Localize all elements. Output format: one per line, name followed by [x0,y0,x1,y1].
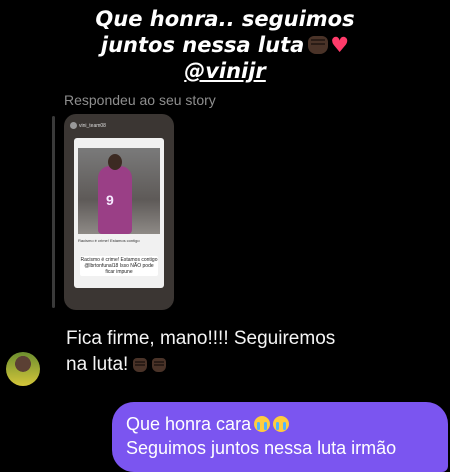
caption-line-1: Que honra.. seguimos [95,7,355,31]
fist-icon [133,358,148,372]
fist-icon [152,358,167,372]
sender-avatar[interactable] [6,352,40,386]
story-header: vini_team08 [70,122,106,129]
received-message-line-2: na luta! [66,354,129,375]
story-photo: 9 [78,148,160,234]
caption-handle[interactable]: @vinijr [0,58,450,84]
crying-face-icon [254,416,271,432]
story-thumbnail[interactable]: vini_team08 9 Racismo é crime! Estamos c… [64,114,174,310]
crying-face-icon [273,416,290,432]
story-avatar [70,122,77,129]
jersey-number: 9 [106,192,114,208]
received-message-line-1: Fica firme, mano!!!! Seguiremos [66,328,336,349]
story-post: 9 Racismo é crime! Estamos contigo Racis… [74,138,164,288]
story-text-sticker: Racismo é crime! Estamos contigo @lbrton… [80,256,158,276]
quote-bar [52,116,55,308]
sent-message-bubble: Que honra cara Seguimos juntos nessa lut… [112,402,448,472]
player-figure [98,166,132,234]
player-head [108,154,122,170]
story-post-text: Racismo é crime! Estamos contigo [78,238,140,243]
sent-message-line-2: Seguimos juntos nessa luta irmão [126,438,397,458]
story-username: vini_team08 [79,122,106,129]
received-message: Fica firme, mano!!!! Seguiremos na luta! [66,326,335,378]
caption-line-2: juntos nessa luta [100,33,305,57]
replied-to-story-label: Respondeu ao seu story [64,92,216,108]
sent-message-line-1: Que honra cara [126,414,290,435]
story-caption: Que honra.. seguimos juntos nessa luta ♥ … [0,6,450,84]
heart-icon: ♥ [330,33,350,57]
raised-fist-icon [308,36,329,54]
